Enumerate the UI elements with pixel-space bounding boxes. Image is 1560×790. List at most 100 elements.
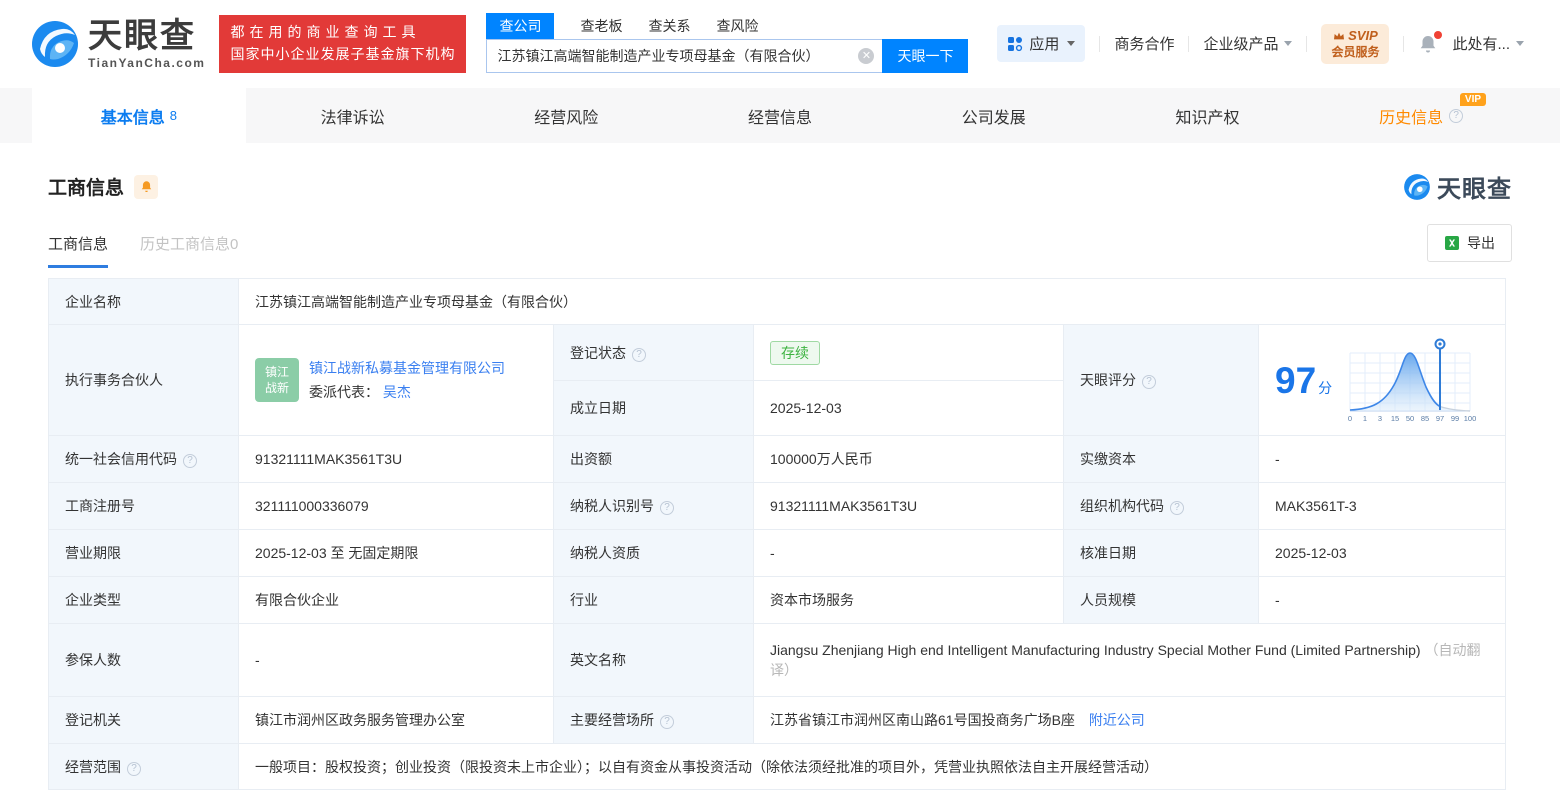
- field-value-establish-date: 2025-12-03: [753, 380, 1064, 436]
- section-title: 工商信息: [48, 178, 125, 199]
- field-value-registration-status: 存续: [753, 323, 1064, 382]
- tab-legal-label: 法律诉讼: [320, 109, 385, 127]
- field-value-business-address: 江苏省镇江市润州区南山路61号国投商务广场B座 附近公司: [753, 696, 1506, 744]
- field-label-company-type: 企业类型: [48, 576, 239, 624]
- tab-legal-proceedings[interactable]: 法律诉讼: [246, 88, 460, 143]
- help-icon[interactable]: ?: [1170, 501, 1184, 515]
- field-label-establish-date: 成立日期: [553, 380, 754, 436]
- search-input[interactable]: [497, 48, 859, 64]
- clear-search-icon[interactable]: ✕: [858, 48, 875, 64]
- tab-basic-info[interactable]: 基本信息 8: [32, 88, 246, 143]
- table-row: 统一社会信用代码? 91321111MAK3561T3U 出资额 100000万…: [48, 435, 1506, 483]
- help-icon[interactable]: ?: [660, 715, 674, 729]
- score-distribution-chart: 0 1 3 15 50 85 97 99 100: [1348, 338, 1476, 423]
- user-account-menu[interactable]: 此处有...: [1452, 33, 1524, 54]
- tianyancha-logo-icon: [32, 21, 78, 67]
- help-icon[interactable]: ?: [127, 761, 141, 776]
- field-value-capital: 100000万人民币: [753, 435, 1064, 483]
- svg-text:100: 100: [1464, 414, 1476, 423]
- subtab-history-business-info[interactable]: 历史工商信息0: [140, 233, 238, 268]
- svip-member-service[interactable]: SVIP 会员服务: [1321, 23, 1390, 65]
- field-value-approval-date: 2025-12-03: [1258, 529, 1506, 577]
- tab-operating-label: 经营信息: [748, 109, 813, 127]
- tab-basic-info-label: 基本信息: [100, 109, 165, 127]
- tab-history-info[interactable]: VIP 历史信息 ?: [1314, 88, 1528, 143]
- business-info-table: 企业名称 江苏镇江高端智能制造产业专项母基金（有限合伙） 执行事务合伙人 镇江 …: [48, 278, 1506, 790]
- partner-company-link[interactable]: 镇江战新私募基金管理有限公司: [309, 360, 505, 376]
- field-label-business-scope: 经营范围?: [48, 743, 239, 790]
- tab-ip-label: 知识产权: [1175, 109, 1240, 127]
- chevron-down-icon: [1516, 41, 1524, 47]
- field-label-staff-size: 人员规模: [1063, 576, 1259, 624]
- delegate-link[interactable]: 吴杰: [383, 384, 411, 400]
- tab-operating-risk[interactable]: 经营风险: [459, 88, 673, 143]
- taxpayer-id-label: 纳税人识别号: [570, 498, 654, 514]
- apps-menu[interactable]: 应用: [997, 25, 1086, 63]
- tab-intellectual-property[interactable]: 知识产权: [1101, 88, 1315, 143]
- table-row: 营业期限 2025-12-03 至 无固定期限 纳税人资质 - 核准日期 202…: [48, 529, 1506, 577]
- svip-label: SVIP: [1348, 27, 1378, 43]
- tab-operating-info[interactable]: 经营信息: [673, 88, 887, 143]
- field-value-taxpayer-qualification: -: [753, 529, 1064, 577]
- field-value-taxpayer-id: 91321111MAK3561T3U: [753, 482, 1064, 530]
- credit-code-label: 统一社会信用代码: [65, 451, 177, 467]
- help-icon[interactable]: ?: [183, 454, 197, 468]
- company-section-tabs: 基本信息 8 法律诉讼 经营风险 经营信息 公司发展 知识产权 VIP 历史信息…: [0, 88, 1560, 143]
- field-label-business-term: 营业期限: [48, 529, 239, 577]
- table-row: 工商注册号 321111000336079 纳税人识别号? 91321111MA…: [48, 482, 1506, 530]
- nav-business-cooperation[interactable]: 商务合作: [1114, 33, 1174, 54]
- search-tab-company[interactable]: 查公司: [486, 13, 555, 39]
- vip-badge: VIP: [1459, 93, 1487, 106]
- search-tab-risk[interactable]: 查风险: [716, 13, 758, 39]
- field-value-business-scope: 一般项目：股权投资；创业投资（限投资未上市企业）；以自有资金从事投资活动（除依法…: [238, 743, 1506, 790]
- header-nav: 应用 商务合作 企业级产品 SVIP 会员服务 此处有...: [997, 23, 1524, 65]
- table-row: 经营范围? 一般项目：股权投资；创业投资（限投资未上市企业）；以自有资金从事投资…: [48, 743, 1506, 790]
- export-button[interactable]: 导出: [1427, 224, 1512, 262]
- tianyancha-watermark: 天眼查: [1403, 169, 1512, 204]
- subtab-business-info[interactable]: 工商信息: [48, 233, 109, 268]
- field-label-insured-count: 参保人数: [48, 623, 239, 697]
- field-label-tianyan-score: 天眼评分?: [1063, 324, 1259, 436]
- svg-text:50: 50: [1406, 414, 1414, 423]
- english-name-text: Jiangsu Zhenjiang High end Intelligent M…: [770, 642, 1421, 658]
- help-icon[interactable]: ?: [660, 501, 674, 515]
- notification-bell[interactable]: [1418, 30, 1443, 54]
- field-label-company-name: 企业名称: [48, 278, 239, 325]
- field-label-capital: 出资额: [553, 435, 754, 483]
- score-unit: 分: [1318, 379, 1333, 396]
- subscribe-bell-button[interactable]: [134, 174, 159, 199]
- field-label-english-name: 英文名称: [553, 623, 754, 697]
- nav-enterprise-products[interactable]: 企业级产品: [1203, 33, 1293, 54]
- divider: [1403, 35, 1405, 52]
- field-value-english-name: Jiangsu Zhenjiang High end Intelligent M…: [753, 623, 1506, 697]
- avatar-line2: 战新: [264, 381, 289, 395]
- top-header: 天眼查 TianYanCha.com 都在用的商业查询工具 国家中小企业发展子基…: [0, 0, 1560, 88]
- svg-text:0: 0: [1348, 414, 1352, 423]
- table-row: 企业类型 有限合伙企业 行业 资本市场服务 人员规模 -: [48, 576, 1506, 624]
- divider: [1306, 35, 1308, 52]
- field-value-registration-authority: 镇江市润州区政务服务管理办公室: [238, 696, 554, 744]
- help-icon[interactable]: ?: [1449, 108, 1464, 123]
- svg-text:1: 1: [1363, 414, 1367, 423]
- nearby-companies-link[interactable]: 附近公司: [1089, 712, 1145, 728]
- search-tab-boss[interactable]: 查老板: [580, 13, 622, 39]
- field-label-executive-partner: 执行事务合伙人: [48, 324, 239, 436]
- brand-slogan: 都在用的商业查询工具 国家中小企业发展子基金旗下机构: [219, 15, 467, 73]
- partner-avatar[interactable]: 镇江 战新: [255, 358, 299, 402]
- field-value-tianyan-score[interactable]: 97 分 0 1 3 15 50 85 97 99 100: [1258, 324, 1506, 436]
- field-value-paid-capital: -: [1258, 435, 1506, 483]
- registration-status-label: 登记状态: [570, 344, 626, 361]
- tianyancha-logo[interactable]: 天眼查 TianYanCha.com: [30, 19, 205, 69]
- delegate-label: 委派代表：: [309, 384, 379, 400]
- field-value-executive-partner: 镇江 战新 镇江战新私募基金管理有限公司 委派代表： 吴杰: [238, 324, 554, 436]
- tab-company-development[interactable]: 公司发展: [887, 88, 1101, 143]
- search-button[interactable]: 天眼一下: [882, 39, 969, 73]
- svg-text:15: 15: [1391, 414, 1399, 423]
- help-icon[interactable]: ?: [1142, 375, 1156, 389]
- field-label-registration-authority: 登记机关: [48, 696, 239, 744]
- divider: [1099, 35, 1101, 52]
- help-icon[interactable]: ?: [632, 347, 646, 362]
- field-value-registration-number: 321111000336079: [238, 482, 554, 530]
- search-tab-relation[interactable]: 查关系: [648, 13, 690, 39]
- svg-text:3: 3: [1378, 414, 1382, 423]
